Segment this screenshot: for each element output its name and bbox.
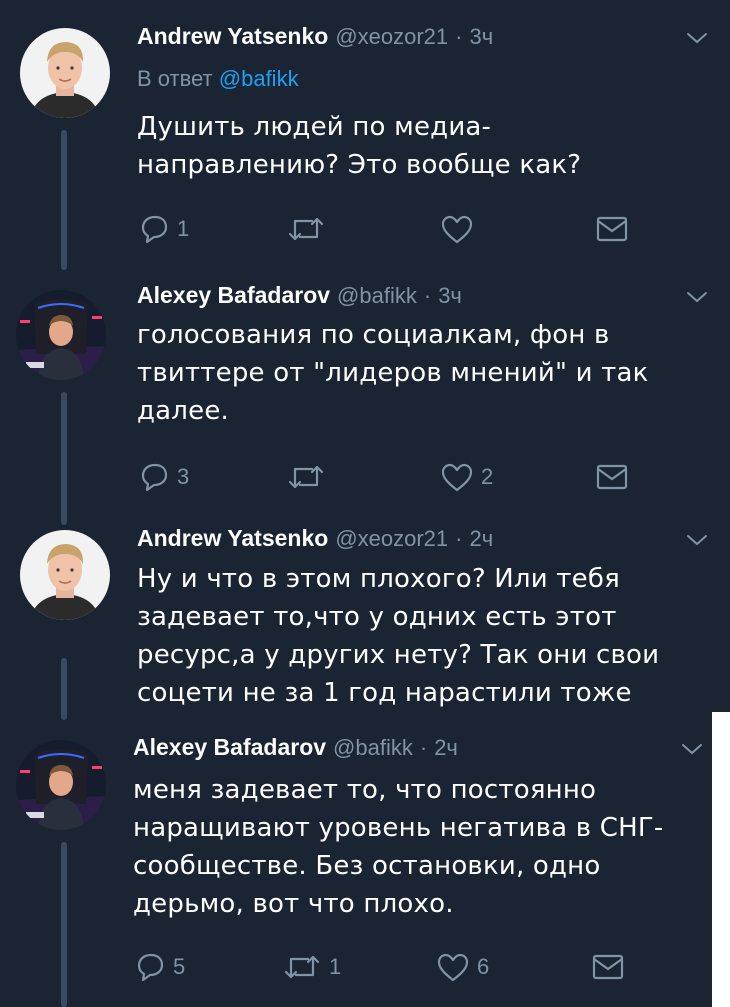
separator-dot: · (455, 24, 463, 49)
thread-line (61, 658, 67, 720)
tweet-header: Andrew Yatsenko @xeozor21 · 3ч (137, 22, 493, 52)
avatar[interactable] (20, 530, 110, 620)
chevron-down-icon[interactable] (680, 741, 704, 757)
message-button[interactable] (595, 213, 629, 245)
tweet-text-line: голосования по социалкам, фон в (137, 320, 610, 350)
envelope-icon (592, 954, 624, 980)
tweet-text: меня задевает то, что постоянно наращива… (133, 771, 664, 923)
heart-icon (441, 215, 473, 244)
thread-line (61, 392, 67, 525)
tweet-text-line: направлению? Это вообще как? (137, 150, 582, 180)
like-count: 2 (481, 464, 494, 489)
tweet-text-line: соцети не за 1 год нарастили тоже (137, 678, 632, 708)
separator-dot: · (423, 283, 432, 308)
tweet-text-line: меня задевает то, что постоянно (133, 775, 597, 805)
tweet-text-line: задевает то,что у одних есть этот (137, 602, 617, 632)
reply-prefix: В ответ (137, 66, 213, 91)
tweet-text: голосования по социалкам, фон в твиттере… (137, 316, 649, 430)
screenshot-edge (712, 712, 730, 1007)
tweet-time[interactable]: 3ч (469, 24, 493, 49)
envelope-icon (596, 216, 628, 242)
tweet-time[interactable]: 2ч (469, 526, 493, 551)
thread-line (61, 842, 67, 1007)
action-bar: 1 (137, 213, 637, 245)
tweet-text: Душить людей по медиа- направлению? Это … (137, 108, 581, 184)
author-name[interactable]: Andrew Yatsenko (137, 525, 328, 551)
author-name[interactable]: Alexey Bafadarov (137, 282, 330, 308)
avatar[interactable] (16, 290, 106, 380)
envelope-icon (596, 464, 628, 490)
reply-count: 1 (177, 216, 190, 241)
reply-icon (141, 463, 168, 492)
author-handle[interactable]: @xeozor21 (335, 526, 448, 551)
chevron-down-icon[interactable] (685, 289, 709, 305)
like-button[interactable]: 2 (439, 461, 493, 493)
tweet-header: Andrew Yatsenko @xeozor21 · 2ч (137, 524, 493, 554)
avatar-blonde-man-icon (20, 530, 110, 620)
author-name[interactable]: Andrew Yatsenko (137, 23, 328, 49)
author-handle[interactable]: @bafikk (337, 283, 417, 308)
reply-icon (137, 953, 164, 982)
retweet-icon (288, 217, 324, 241)
like-count: 6 (477, 954, 490, 979)
retweet-icon (288, 465, 324, 489)
retweet-button[interactable]: 1 (281, 951, 341, 983)
tweet-text-line: Ну и что в этом плохого? Или тебя (137, 564, 620, 594)
tweet-text: Ну и что в этом плохого? Или тебя задева… (137, 560, 659, 712)
message-button[interactable] (595, 461, 629, 493)
tweet-text-line: наращивают уровень негатива в СНГ- (133, 813, 664, 843)
reply-button[interactable]: 1 (137, 213, 189, 245)
heart-icon (441, 463, 473, 492)
avatar[interactable] (16, 740, 106, 830)
heart-icon (437, 953, 469, 982)
retweet-button[interactable] (285, 461, 333, 493)
avatar-blonde-man-icon (20, 28, 110, 118)
tweet-text-line: твиттере от "лидеров мнений" и так (137, 358, 649, 388)
retweet-count: 1 (329, 954, 342, 979)
avatar-gamer-chair-icon (16, 290, 106, 380)
reply-button[interactable]: 5 (133, 951, 185, 983)
author-name[interactable]: Alexey Bafadarov (133, 734, 326, 760)
action-bar: 5 1 6 (133, 951, 633, 983)
tweet-time[interactable]: 2ч (434, 735, 458, 760)
separator-dot: · (419, 735, 428, 760)
tweet-text-line: ресурс,а у других нету? Так они свои (137, 640, 660, 670)
reply-handle-link[interactable]: @bafikk (219, 66, 299, 91)
like-button[interactable]: 6 (435, 951, 489, 983)
reply-icon (141, 215, 168, 244)
avatar[interactable] (20, 28, 110, 118)
action-bar: 3 2 (137, 461, 637, 493)
reply-count: 5 (173, 954, 186, 979)
tweet-text-line: далее. (137, 396, 229, 426)
tweet-header: Alexey Bafadarov @bafikk · 2ч (133, 733, 458, 763)
like-button[interactable] (439, 213, 481, 245)
reply-count: 3 (177, 464, 190, 489)
tweet-text-line: дерьмо, вот что плохо. (133, 889, 454, 919)
message-button[interactable] (591, 951, 625, 983)
chevron-down-icon[interactable] (685, 532, 709, 548)
thread-line (61, 130, 67, 270)
reply-context: В ответ @bafikk (137, 66, 299, 92)
reply-button[interactable]: 3 (137, 461, 189, 493)
tweet-text-line: Душить людей по медиа- (137, 112, 492, 142)
author-handle[interactable]: @bafikk (333, 735, 413, 760)
tweet-header: Alexey Bafadarov @bafikk · 3ч (137, 281, 462, 311)
retweet-icon (284, 955, 320, 979)
author-handle[interactable]: @xeozor21 (335, 24, 448, 49)
retweet-button[interactable] (285, 213, 333, 245)
tweet-text-line: сообществе. Без остановки, одно (133, 851, 601, 881)
chevron-down-icon[interactable] (685, 30, 709, 46)
tweet-time[interactable]: 3ч (438, 283, 462, 308)
avatar-gamer-chair-icon (16, 740, 106, 830)
separator-dot: · (455, 526, 463, 551)
